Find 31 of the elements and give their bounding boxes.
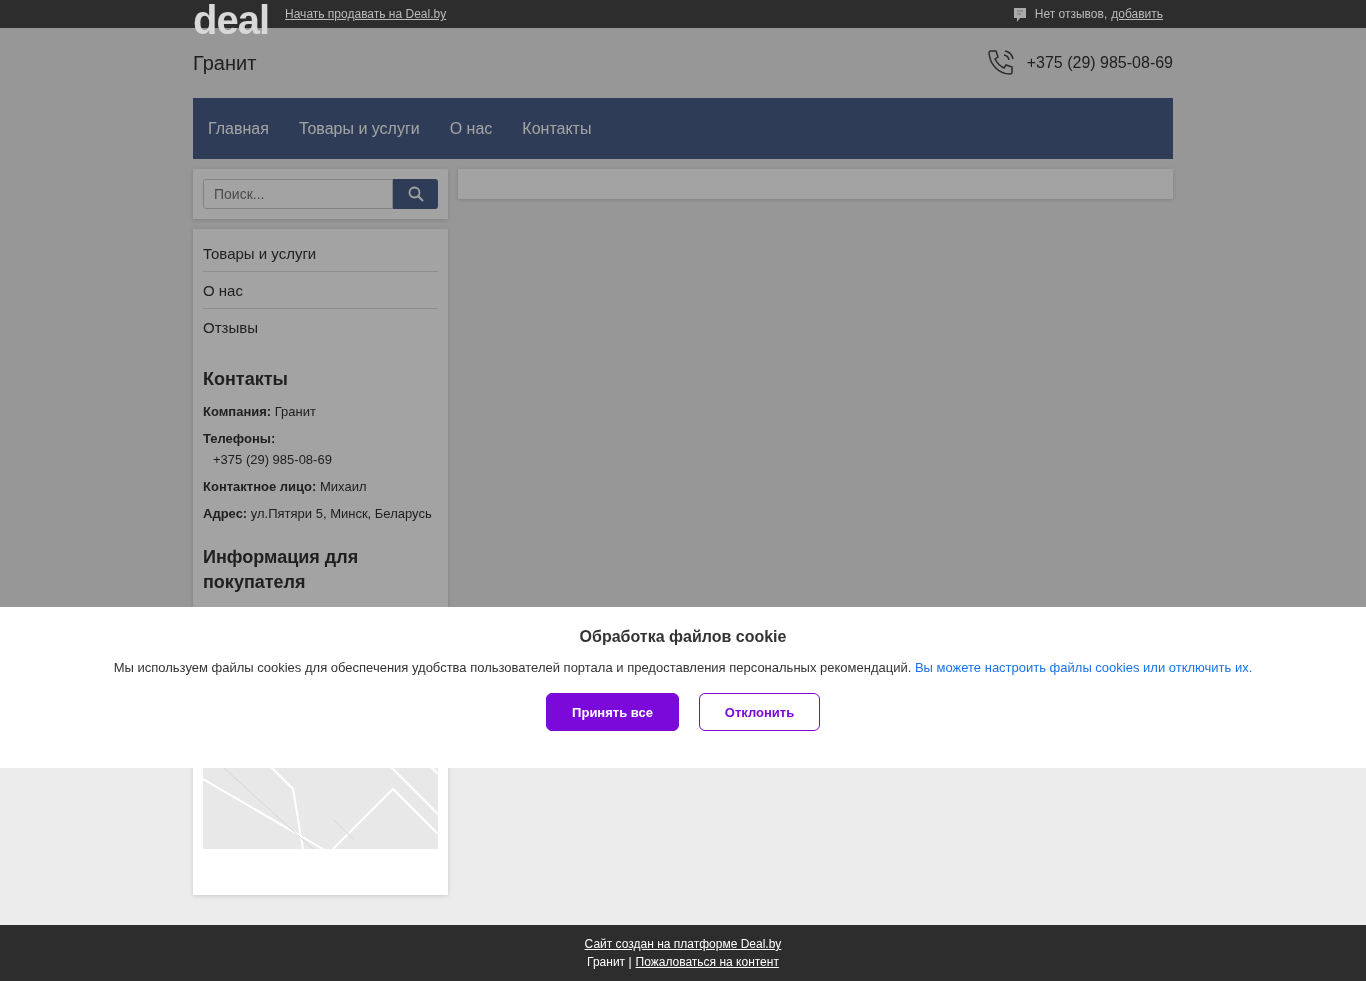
cookie-settings-link[interactable]: Вы можете настроить файлы cookies или отключить их. [914,660,1253,675]
cookie-title: Обработка файлов cookie [579,628,787,646]
info-heading: Информация для покупателя [203,546,360,594]
footer-company: Гранит | [587,955,632,969]
platform-link[interactable]: Сайт создан на платформе Deal.by [584,937,782,951]
search-icon [407,186,424,202]
add-review-link[interactable]: добавить [1111,7,1163,21]
nav-link[interactable]: Контакты [522,119,592,138]
nav-link[interactable]: Главная [208,119,269,138]
company-title: Гранит [193,51,257,75]
nav-link[interactable]: Товары и услуги [298,119,420,138]
contact-label: Телефоны: [203,431,277,446]
phone-number: +375 (29) 985-08-69 [1026,54,1173,72]
contact-field: Компания: Гранит [203,404,438,419]
sidebar-link[interactable]: Отзывы [203,309,438,345]
contact-value: +375 (29) 985-08-69 [212,452,333,467]
sell-link[interactable]: Начать продавать на Deal.by [285,7,447,21]
decline-button[interactable]: Отклонить [699,693,820,731]
sidebar-link[interactable]: Товары и услуги [203,235,438,272]
sidebar-link[interactable]: О нас [203,272,438,309]
cookie-text: Мы используем файлы cookies для обеспечения удобства пользователей портала и предоставления персональных рекомендаций. Вы можете настроить файлы cookies или отключить их. [113,660,1253,675]
speech-bubble-icon [1012,7,1027,23]
report-link[interactable]: Пожаловаться на контент [635,955,779,969]
accept-button[interactable]: Принять все [546,693,679,731]
search-field[interactable]: Поиск... [203,179,393,209]
contacts-heading: Контакты [203,369,289,390]
reviews-text: Нет отзывов, [1034,7,1108,21]
nav-link[interactable]: О нас [449,119,493,138]
search-button[interactable] [393,179,438,209]
contact-field: Контактное лицо: Михаил [203,479,438,494]
contact-field: Адрес: ул.Пятяри 5, Минск, Беларусь [203,506,438,521]
